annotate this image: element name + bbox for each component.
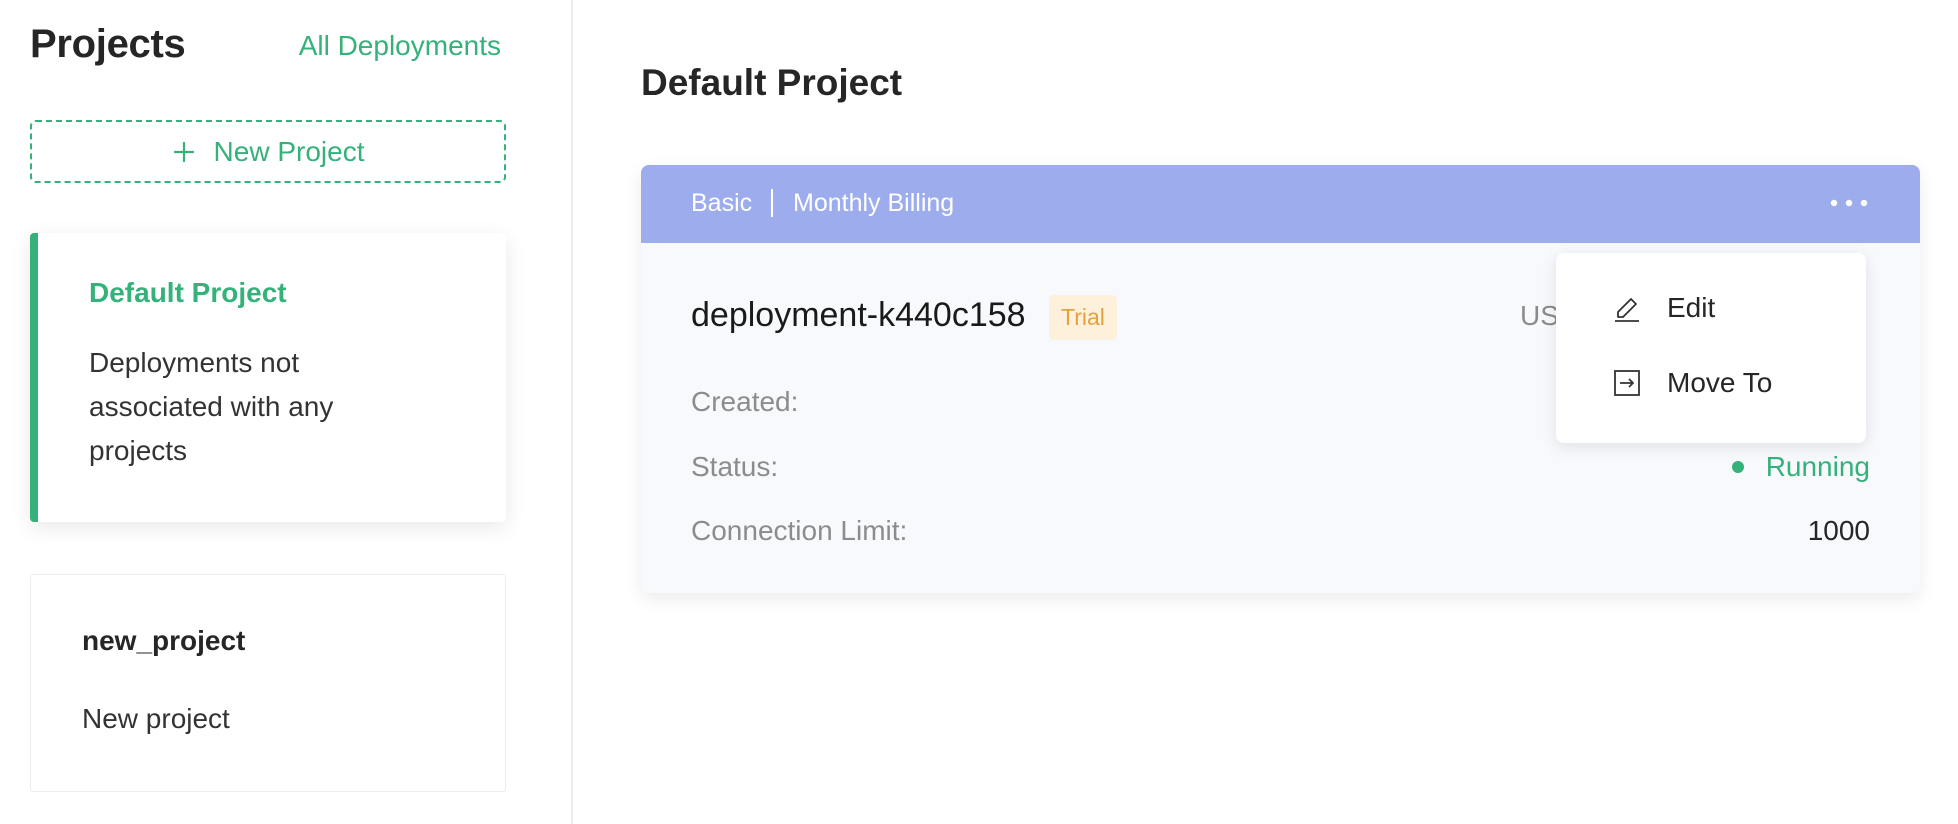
menu-item-move-to[interactable]: Move To	[1556, 353, 1866, 413]
page-title: Default Project	[641, 62, 903, 103]
deployment-card-header: Basic Monthly Billing	[641, 165, 1920, 243]
projects-sidebar: Projects All Deployments New Project Def…	[0, 0, 573, 824]
header-divider	[771, 189, 773, 217]
status-text: Running	[1765, 451, 1870, 482]
region-text: US	[1520, 300, 1559, 331]
project-card-default[interactable]: Default Project Deployments not associat…	[30, 233, 506, 522]
deployment-name: deployment-k440c158	[691, 296, 1026, 334]
move-to-icon	[1614, 370, 1640, 396]
all-deployments-link[interactable]: All Deployments	[299, 30, 501, 62]
pencil-icon	[1615, 298, 1639, 322]
project-name: new_project	[82, 625, 246, 656]
connection-limit-label: Connection Limit:	[691, 515, 908, 546]
trial-badge: Trial	[1049, 295, 1117, 340]
menu-item-label: Move To	[1667, 367, 1773, 398]
project-description: Deployments not associated with any proj…	[89, 347, 334, 466]
menu-item-label: Edit	[1667, 292, 1716, 323]
created-label: Created:	[691, 386, 799, 417]
new-project-label: New Project	[213, 135, 365, 167]
project-name: Default Project	[89, 277, 287, 308]
plan-label: Basic	[691, 189, 753, 217]
menu-item-edit[interactable]: Edit	[1556, 278, 1866, 338]
more-horizontal-icon[interactable]	[1830, 195, 1868, 211]
plus-icon	[173, 141, 194, 162]
connection-limit-value: 1000	[1807, 515, 1870, 546]
project-card-new-project[interactable]: new_project New project	[30, 574, 506, 792]
deployment-actions-menu: Edit Move To	[1556, 253, 1866, 443]
project-description: New project	[82, 703, 230, 734]
billing-label: Monthly Billing	[793, 189, 955, 217]
new-project-button[interactable]: New Project	[30, 120, 506, 183]
sidebar-title: Projects	[30, 22, 186, 66]
status-value: Running	[1731, 451, 1870, 483]
status-dot	[1731, 461, 1744, 473]
status-label: Status:	[691, 451, 779, 482]
